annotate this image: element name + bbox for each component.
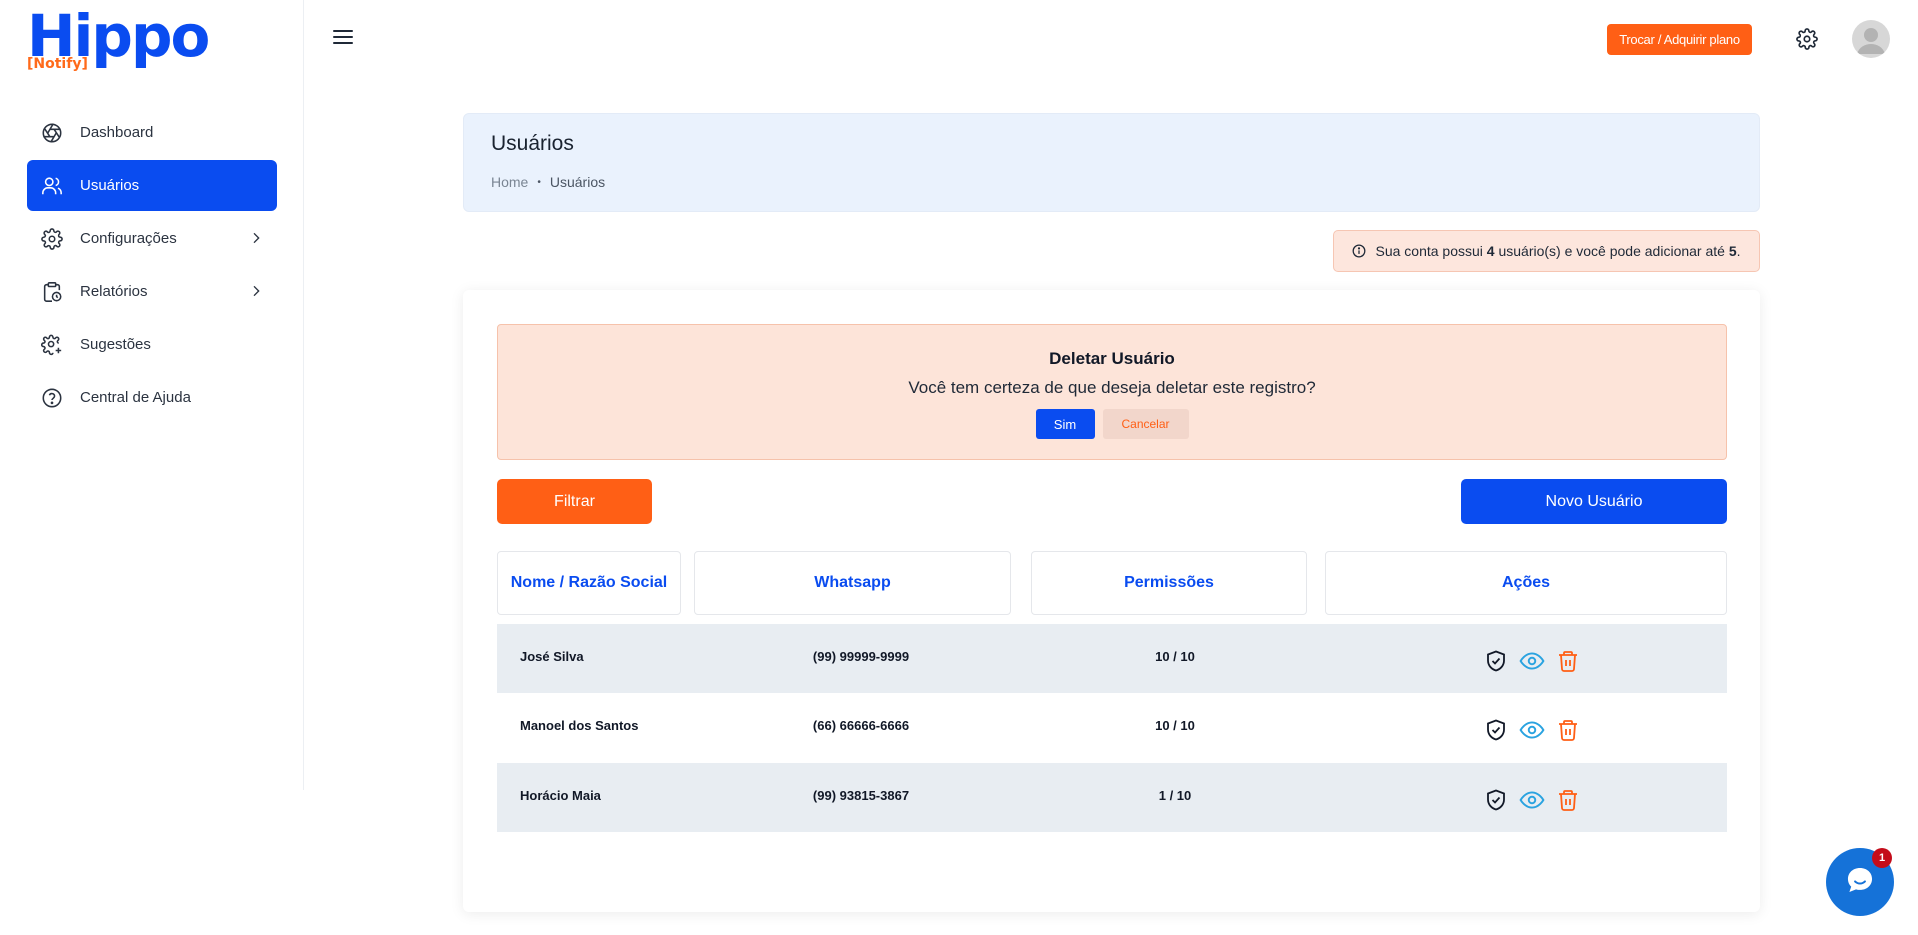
help-circle-icon [40,386,64,410]
user-limit: 5 [1728,243,1737,259]
cell-name: Manoel dos Santos [520,718,639,733]
sidebar-item-sugestoes[interactable]: Sugestões [27,319,277,370]
filter-button[interactable]: Filtrar [497,479,652,524]
brand-logo[interactable]: Hippo [Notify] [27,2,210,78]
trash-icon[interactable] [1555,648,1581,674]
sidebar-item-configuracoes[interactable]: Configurações [27,213,277,264]
brand-sub: [Notify] [27,56,88,72]
trash-icon[interactable] [1555,717,1581,743]
shield-check-icon[interactable] [1483,717,1509,743]
cell-permissions: 10 / 10 [1155,718,1195,733]
delete-confirm-message: Você tem certeza de que deseja deletar e… [908,378,1316,397]
column-header-name[interactable]: Nome / Razão Social [497,551,681,615]
column-header-whatsapp[interactable]: Whatsapp [694,551,1011,615]
breadcrumb-home-link[interactable]: Home [491,174,528,190]
gear-plus-icon [40,333,64,357]
sidebar-item-relatorios[interactable]: Relatórios [27,266,277,317]
sidebar-item-label: Configurações [80,230,177,247]
chat-bubble-icon [1843,863,1877,902]
clipboard-clock-icon [40,280,64,304]
cell-permissions: 10 / 10 [1155,649,1195,664]
change-plan-button[interactable]: Trocar / Adquirir plano [1607,24,1752,55]
page-title: Usuários [491,132,574,155]
table-row: José Silva (99) 99999-9999 10 / 10 [497,624,1727,693]
user-count: 4 [1486,243,1495,259]
user-limit-alert: Sua conta possui 4 usuário(s) e você pod… [1333,230,1760,272]
new-user-button[interactable]: Novo Usuário [1461,479,1727,524]
cell-name: José Silva [520,649,584,664]
sidebar-item-label: Relatórios [80,283,148,300]
chat-notification-badge: 1 [1872,848,1892,868]
shield-check-icon[interactable] [1483,648,1509,674]
gear-icon [40,227,64,251]
users-card: Deletar Usuário Você tem certeza de que … [463,290,1760,912]
cell-permissions: 1 / 10 [1158,788,1192,803]
trash-icon[interactable] [1555,787,1581,813]
column-header-actions[interactable]: Ações [1325,551,1727,615]
menu-toggle-icon[interactable] [333,30,353,46]
sidebar-item-usuarios[interactable]: Usuários [27,160,277,211]
sidebar-nav: Dashboard Usuários Configurações Relatór… [27,107,277,425]
sidebar: Hippo [Notify] Dashboard Usuários Config… [0,0,304,790]
sidebar-item-label: Central de Ajuda [80,389,191,406]
sidebar-item-label: Dashboard [80,124,154,141]
user-avatar[interactable] [1852,20,1890,58]
breadcrumb-separator: • [537,176,541,188]
sidebar-item-label: Usuários [80,177,140,194]
aperture-icon [40,121,64,145]
cell-whatsapp: (99) 93815-3867 [812,788,910,803]
alert-suffix: . [1736,243,1741,259]
delete-confirm-title: Deletar Usuário [1049,349,1175,368]
table-row: Horácio Maia (99) 93815-3867 1 / 10 [497,763,1727,832]
info-icon [1352,244,1366,258]
cell-whatsapp: (66) 66666-6666 [812,718,910,733]
eye-icon[interactable] [1519,717,1545,743]
sidebar-item-label: Sugestões [80,336,151,353]
users-icon [40,174,64,198]
eye-icon[interactable] [1519,787,1545,813]
delete-confirm-alert: Deletar Usuário Você tem certeza de que … [497,324,1727,460]
eye-icon[interactable] [1519,648,1545,674]
table-row: Manoel dos Santos (66) 66666-6666 10 / 1… [497,693,1727,762]
page-header: Usuários Home • Usuários [463,113,1760,212]
column-header-permissions[interactable]: Permissões [1031,551,1307,615]
sidebar-item-central-de-ajuda[interactable]: Central de Ajuda [27,372,277,423]
alert-middle: usuário(s) e você pode adicionar até [1494,243,1729,259]
chevron-right-icon [248,283,264,303]
chevron-right-icon [248,230,264,250]
breadcrumb: Home • Usuários [491,174,605,190]
confirm-cancel-button[interactable]: Cancelar [1102,409,1189,439]
shield-check-icon[interactable] [1483,787,1509,813]
alert-prefix: Sua conta possui [1375,243,1487,259]
cell-whatsapp: (99) 99999-9999 [812,649,910,664]
settings-gear-icon[interactable] [1796,28,1818,50]
breadcrumb-current: Usuários [549,174,606,190]
confirm-yes-button[interactable]: Sim [1035,409,1095,439]
sidebar-item-dashboard[interactable]: Dashboard [27,107,277,158]
cell-name: Horácio Maia [520,788,601,803]
